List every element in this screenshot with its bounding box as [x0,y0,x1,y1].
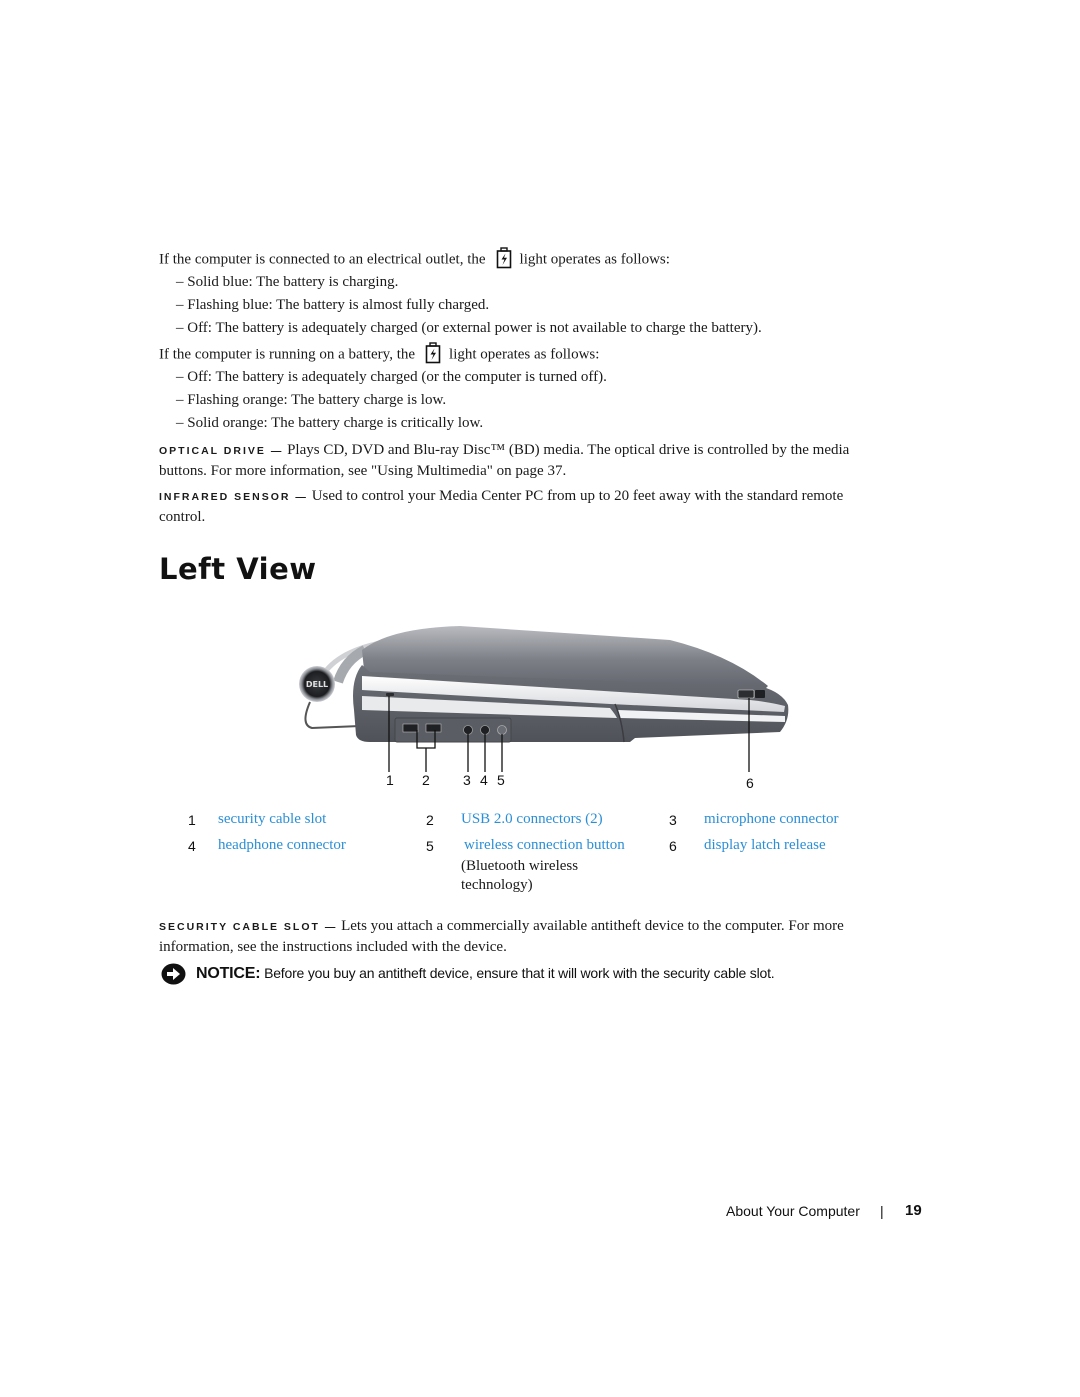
callout-4: 4 [480,772,488,788]
legend-link-display-latch-release[interactable]: display latch release [704,837,826,854]
laptop-illustration: DELL [299,626,789,772]
legend-number: 2 [426,812,434,828]
legend-link-microphone-connector[interactable]: microphone connector [704,811,839,828]
definition-text: Used to control your Media Center PC fro… [311,488,844,504]
battery-item: – Solid orange: The battery charge is cr… [176,415,484,431]
callout-6: 6 [746,775,754,791]
optical-drive-definition: OPTICAL DRIVE — Plays CD, DVD and Blu-ra… [159,440,919,481]
definition-text: control. [159,509,206,525]
security-cable-slot-definition: SECURITY CABLE SLOT — Lets you attach a … [159,916,919,957]
footer-chapter: About Your Computer [726,1203,860,1219]
callout-2: 2 [422,772,430,788]
notice-arrow-icon [161,963,186,990]
callout-3: 3 [463,772,471,788]
outlet-item: – Off: The battery is adequately charged… [176,320,762,336]
legend-link-usb-connectors[interactable]: USB 2.0 connectors (2) [461,811,603,828]
definition-text: buttons. For more information, see "Usin… [159,463,567,479]
page-number: 19 [905,1202,922,1219]
legend-number: 6 [669,838,677,854]
outlet-intro: If the computer is connected to an elect… [159,247,670,271]
legend-number: 1 [188,812,196,828]
notice-text: Before you buy an antitheft device, ensu… [264,965,775,981]
legend-number: 3 [669,812,677,828]
battery-intro-after: light operates as follows: [449,346,600,363]
dell-logo: DELL [306,680,328,689]
laptop-left-view-figure: DELL 1 2 3 4 5 6 [290,620,800,800]
battery-item: – Off: The battery is adequately charged… [176,369,607,385]
definition-text: Lets you attach a commercially available… [341,918,844,934]
battery-intro-before: If the computer is running on a battery,… [159,346,416,363]
legend-note: (Bluetooth wireless [461,858,579,874]
outlet-item: – Solid blue: The battery is charging. [176,274,399,290]
outlet-intro-before: If the computer is connected to an elect… [159,251,486,268]
outlet-item: – Flashing blue: The battery is almost f… [176,297,490,313]
definition-term: OPTICAL DRIVE — [159,445,284,457]
infrared-sensor-definition: INFRARED SENSOR — Used to control your M… [159,486,919,527]
notice-block: NOTICE: Before you buy an antitheft devi… [196,965,775,983]
legend-link-headphone-connector[interactable]: headphone connector [218,837,346,854]
legend-note: technology) [461,877,533,893]
battery-status-icon [496,247,512,269]
footer-separator: | [880,1203,884,1219]
outlet-intro-after: light operates as follows: [519,251,670,268]
legend-number: 4 [188,838,196,854]
definition-term: INFRARED SENSOR — [159,491,308,503]
section-title: Left View [159,552,317,586]
legend-number: 5 [426,838,434,854]
callout-5: 5 [497,772,505,788]
battery-status-icon [425,342,441,364]
definition-text: information, see the instructions includ… [159,939,507,955]
battery-intro: If the computer is running on a battery,… [159,342,600,366]
definition-text: Plays CD, DVD and Blu-ray Disc™ (BD) med… [287,442,850,458]
legend-link-security-cable-slot[interactable]: security cable slot [218,811,326,828]
notice-label: NOTICE: [196,965,261,982]
battery-item: – Flashing orange: The battery charge is… [176,392,447,408]
legend-link-wireless-connection-button[interactable]: wireless connection button [464,837,625,854]
callout-1: 1 [386,772,394,788]
definition-term: SECURITY CABLE SLOT — [159,921,338,933]
